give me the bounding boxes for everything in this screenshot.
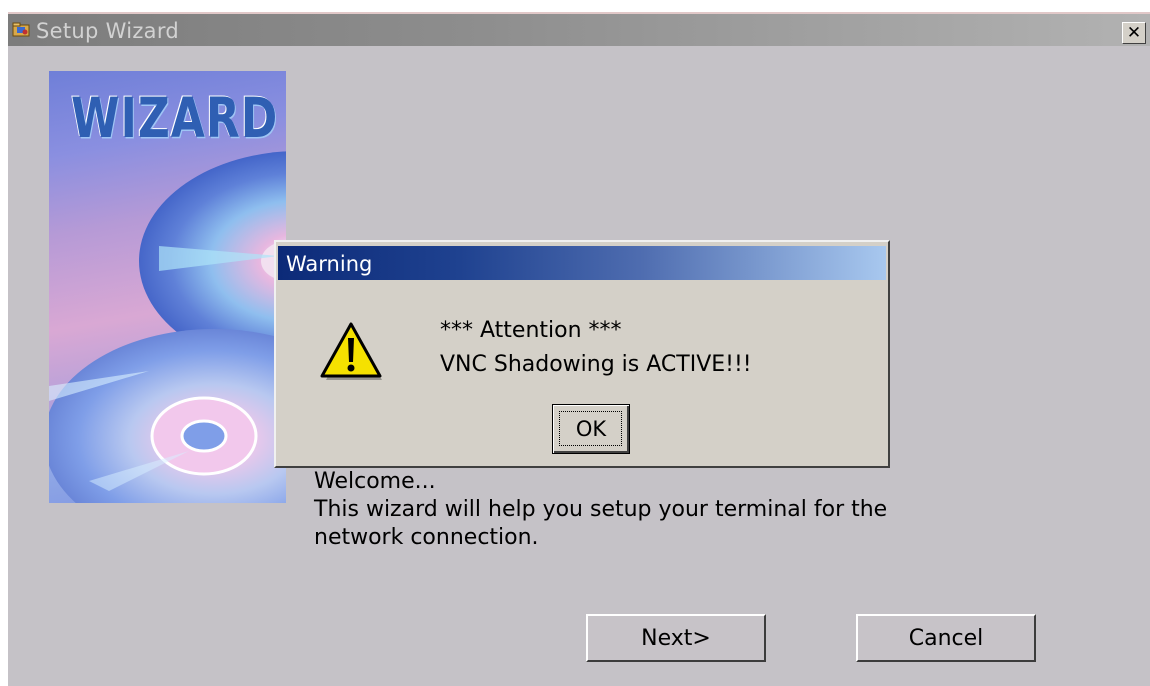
welcome-description-line1: This wizard will help you setup your ter… (314, 497, 888, 522)
focus-rectangle (559, 411, 622, 446)
cancel-button[interactable]: Cancel (856, 614, 1036, 662)
dialog-message-body: VNC Shadowing is ACTIVE!!! (440, 352, 752, 377)
next-button[interactable]: Next> (586, 614, 766, 662)
close-icon: ✕ (1126, 22, 1142, 43)
dialog-titlebar[interactable]: Warning (278, 246, 886, 280)
welcome-description-line2: network connection. (314, 525, 539, 550)
ok-button[interactable]: OK (552, 404, 630, 454)
close-button[interactable]: ✕ (1122, 22, 1146, 44)
window-titlebar[interactable]: Setup Wizard ✕ (8, 14, 1150, 46)
dialog-message-heading: *** Attention *** (440, 318, 622, 343)
window-title: Setup Wizard (36, 19, 180, 43)
warning-dialog: Warning *** Attention *** VNC Shadowing … (274, 240, 890, 468)
welcome-message: Welcome... This wizard will help you set… (314, 468, 914, 552)
dialog-title: Warning (286, 252, 373, 276)
warning-icon (318, 320, 384, 386)
app-icon (12, 21, 30, 37)
wizard-banner-image: WIZARD (49, 71, 286, 503)
welcome-heading: Welcome... (314, 469, 436, 494)
wizard-logo-text: WIZARD (71, 87, 279, 151)
